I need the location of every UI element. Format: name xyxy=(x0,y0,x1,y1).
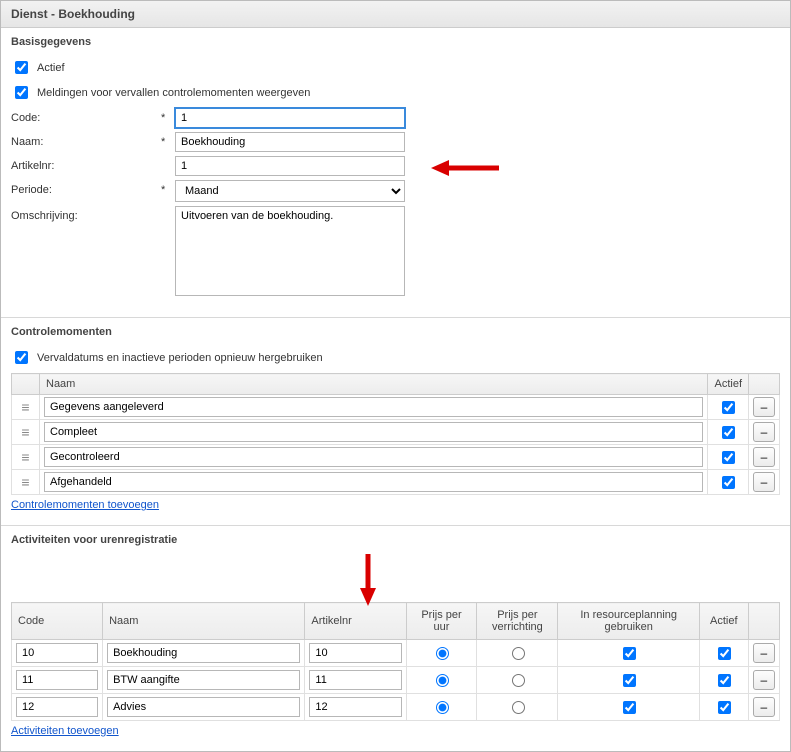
cm-naam-input[interactable] xyxy=(44,397,703,417)
act-col-naam: Naam xyxy=(103,603,305,640)
act-col-plan: In resourceplanning gebruiken xyxy=(558,603,700,640)
prijs-per-uur-radio[interactable] xyxy=(436,674,449,687)
cm-row: ≡– xyxy=(12,470,780,495)
act-row: – xyxy=(12,667,780,694)
act-actief-checkbox[interactable] xyxy=(718,674,731,687)
prijs-per-uur-radio[interactable] xyxy=(436,701,449,714)
drag-handle-icon[interactable]: ≡ xyxy=(12,420,40,445)
cm-actief-checkbox[interactable] xyxy=(722,426,735,439)
cm-row: ≡– xyxy=(12,420,780,445)
section-act-title: Activiteiten voor urenregistratie xyxy=(11,534,780,546)
cm-table: Naam Actief ≡–≡–≡–≡– xyxy=(11,373,780,495)
cm-row: ≡– xyxy=(12,445,780,470)
act-code-input[interactable] xyxy=(16,670,98,690)
prijs-per-uur-radio[interactable] xyxy=(436,647,449,660)
reuse-label: Vervaldatums en inactieve perioden opnie… xyxy=(37,352,323,364)
code-label: Code: xyxy=(11,108,161,124)
act-col-ppv: Prijs per verrichting xyxy=(477,603,558,640)
act-add-link[interactable]: Activiteiten toevoegen xyxy=(11,725,119,737)
act-code-input[interactable] xyxy=(16,697,98,717)
act-actief-checkbox[interactable] xyxy=(718,701,731,714)
drag-handle-icon[interactable]: ≡ xyxy=(12,395,40,420)
remove-button[interactable]: – xyxy=(753,697,775,717)
cm-naam-input[interactable] xyxy=(44,472,703,492)
act-naam-input[interactable] xyxy=(107,643,300,663)
drag-handle-icon[interactable]: ≡ xyxy=(12,445,40,470)
periode-select[interactable]: Maand xyxy=(175,180,405,202)
artikelnr-input[interactable] xyxy=(175,156,405,176)
section-cm-title: Controlemomenten xyxy=(11,326,780,338)
required-marker: * xyxy=(161,108,175,124)
meldingen-checkbox[interactable] xyxy=(15,86,28,99)
cm-naam-input[interactable] xyxy=(44,447,703,467)
cm-col-actief: Actief xyxy=(708,374,749,395)
act-naam-input[interactable] xyxy=(107,697,300,717)
act-art-input[interactable] xyxy=(309,670,401,690)
naam-input[interactable] xyxy=(175,132,405,152)
act-col-art: Artikelnr xyxy=(305,603,406,640)
naam-label: Naam: xyxy=(11,132,161,148)
act-art-input[interactable] xyxy=(309,697,401,717)
cm-col-naam: Naam xyxy=(40,374,708,395)
drag-handle-icon[interactable]: ≡ xyxy=(12,470,40,495)
section-controlemomenten: Controlemomenten Vervaldatums en inactie… xyxy=(1,318,790,526)
arrow-icon xyxy=(431,156,501,180)
actief-checkbox[interactable] xyxy=(15,61,28,74)
cm-naam-input[interactable] xyxy=(44,422,703,442)
prijs-per-verrichting-radio[interactable] xyxy=(512,701,525,714)
act-row: – xyxy=(12,694,780,721)
cm-add-link[interactable]: Controlemomenten toevoegen xyxy=(11,499,159,511)
act-table: Code Naam Artikelnr Prijs per uur Prijs … xyxy=(11,602,780,721)
inplan-checkbox[interactable] xyxy=(623,647,636,660)
prijs-per-verrichting-radio[interactable] xyxy=(512,674,525,687)
remove-button[interactable]: – xyxy=(753,472,775,492)
act-col-code: Code xyxy=(12,603,103,640)
remove-button[interactable]: – xyxy=(753,422,775,442)
remove-button[interactable]: – xyxy=(753,643,775,663)
cm-actief-checkbox[interactable] xyxy=(722,451,735,464)
act-col-act: Actief xyxy=(700,603,749,640)
act-art-input[interactable] xyxy=(309,643,401,663)
remove-button[interactable]: – xyxy=(753,397,775,417)
reuse-checkbox[interactable] xyxy=(15,351,28,364)
arrow-icon xyxy=(11,556,780,602)
meldingen-label: Meldingen voor vervallen controlemomente… xyxy=(37,87,310,99)
section-basis: Basisgegevens Actief Meldingen voor verv… xyxy=(1,28,790,318)
act-code-input[interactable] xyxy=(16,643,98,663)
inplan-checkbox[interactable] xyxy=(623,701,636,714)
artikelnr-label: Artikelnr: xyxy=(11,156,161,172)
section-basis-title: Basisgegevens xyxy=(11,36,780,48)
required-marker: * xyxy=(161,180,175,196)
required-marker-empty xyxy=(161,156,175,160)
cm-actief-checkbox[interactable] xyxy=(722,476,735,489)
code-input[interactable] xyxy=(175,108,405,128)
prijs-per-verrichting-radio[interactable] xyxy=(512,647,525,660)
act-naam-input[interactable] xyxy=(107,670,300,690)
inplan-checkbox[interactable] xyxy=(623,674,636,687)
cm-actief-checkbox[interactable] xyxy=(722,401,735,414)
panel-title: Dienst - Boekhouding xyxy=(1,1,790,28)
omschrijving-textarea[interactable]: Uitvoeren van de boekhouding. xyxy=(175,206,405,296)
act-col-ppu: Prijs per uur xyxy=(406,603,477,640)
remove-button[interactable]: – xyxy=(753,670,775,690)
actief-label: Actief xyxy=(37,62,65,74)
required-marker: * xyxy=(161,132,175,148)
cm-row: ≡– xyxy=(12,395,780,420)
periode-label: Periode: xyxy=(11,180,161,196)
act-row: – xyxy=(12,640,780,667)
section-activiteiten: Activiteiten voor urenregistratie Code N… xyxy=(1,526,790,751)
remove-button[interactable]: – xyxy=(753,447,775,467)
omschrijving-label: Omschrijving: xyxy=(11,206,161,222)
act-actief-checkbox[interactable] xyxy=(718,647,731,660)
